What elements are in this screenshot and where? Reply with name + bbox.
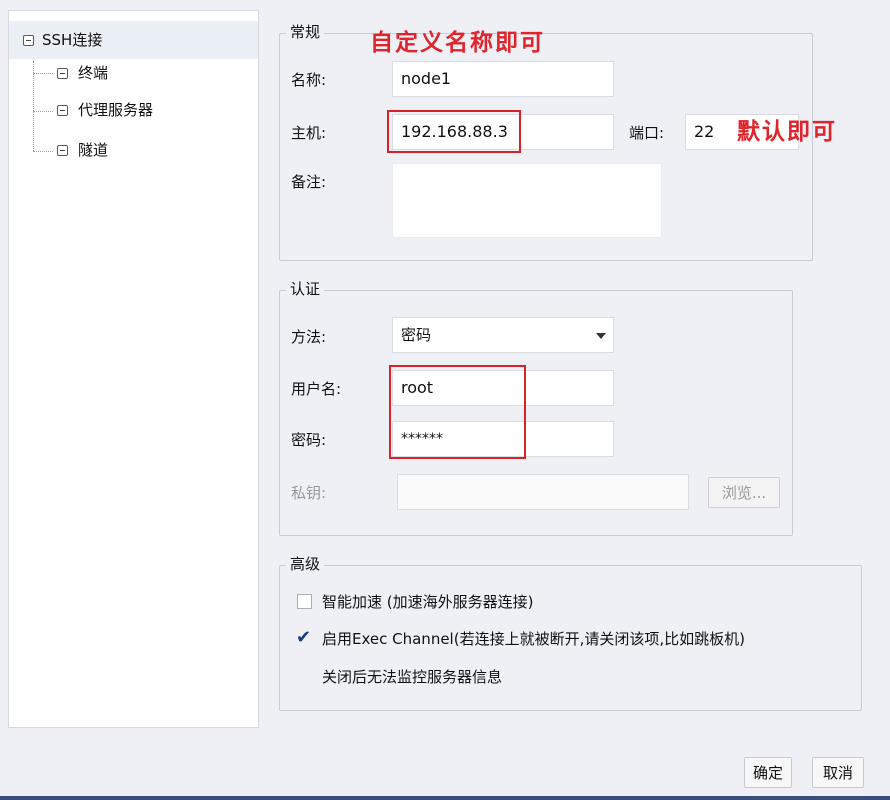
smart-accel-label: 智能加速 (加速海外服务器连接) bbox=[322, 593, 534, 611]
smart-accel-checkbox[interactable] bbox=[297, 594, 312, 609]
tree-connector bbox=[33, 111, 53, 112]
exec-channel-label: 启用Exec Channel(若连接上就被断开,请关闭该项,比如跳板机) bbox=[322, 630, 745, 648]
tree-item-terminal[interactable]: 终端 bbox=[57, 63, 247, 85]
tree-connector bbox=[33, 151, 53, 152]
tree-item-tunnel[interactable]: 隧道 bbox=[57, 140, 247, 162]
chevron-down-icon bbox=[596, 333, 606, 339]
exec-channel-note: 关闭后无法监控服务器信息 bbox=[322, 668, 503, 686]
tree-connector bbox=[33, 73, 53, 74]
tree-item-proxy[interactable]: 代理服务器 bbox=[57, 100, 247, 122]
port-label: 端口: bbox=[629, 124, 665, 142]
privkey-label: 私钥: bbox=[291, 484, 327, 502]
exec-channel-checkbox[interactable]: ✔ bbox=[296, 627, 312, 648]
general-legend: 常规 bbox=[286, 22, 325, 42]
collapse-icon[interactable] bbox=[57, 68, 68, 79]
name-label: 名称: bbox=[291, 71, 327, 89]
tree-item-ssh[interactable]: SSH连接 bbox=[9, 21, 258, 59]
cancel-button[interactable]: 取消 bbox=[812, 757, 864, 788]
tree-connector bbox=[33, 61, 34, 151]
advanced-legend: 高级 bbox=[286, 554, 325, 574]
credentials-highlight-box bbox=[389, 365, 526, 459]
method-select[interactable]: 密码 bbox=[392, 317, 614, 353]
collapse-icon[interactable] bbox=[57, 145, 68, 156]
name-input[interactable]: node1 bbox=[392, 61, 614, 97]
note-textarea[interactable] bbox=[392, 163, 662, 238]
method-label: 方法: bbox=[291, 328, 327, 346]
browse-button[interactable]: 浏览... bbox=[708, 477, 780, 508]
window-bottom-border bbox=[0, 796, 890, 800]
port-annotation: 默认即可 bbox=[737, 119, 837, 145]
privkey-input[interactable] bbox=[397, 474, 689, 510]
check-icon: ✔ bbox=[296, 627, 312, 648]
username-label: 用户名: bbox=[291, 380, 342, 398]
name-annotation: 自定义名称即可 bbox=[370, 30, 545, 56]
ok-button[interactable]: 确定 bbox=[744, 757, 792, 788]
note-label: 备注: bbox=[291, 173, 327, 191]
tree-item-label: SSH连接 bbox=[42, 31, 103, 49]
auth-legend: 认证 bbox=[286, 279, 325, 299]
connection-tree: SSH连接 终端 代理服务器 隧道 bbox=[8, 10, 259, 728]
password-label: 密码: bbox=[291, 431, 327, 449]
tree-item-label: 代理服务器 bbox=[78, 101, 154, 119]
host-label: 主机: bbox=[291, 124, 327, 142]
method-select-value: 密码 bbox=[401, 326, 432, 344]
tree-item-label: 隧道 bbox=[78, 141, 109, 159]
collapse-icon[interactable] bbox=[23, 35, 34, 46]
host-highlight-box bbox=[387, 110, 521, 153]
collapse-icon[interactable] bbox=[57, 105, 68, 116]
tree-item-label: 终端 bbox=[78, 64, 109, 82]
